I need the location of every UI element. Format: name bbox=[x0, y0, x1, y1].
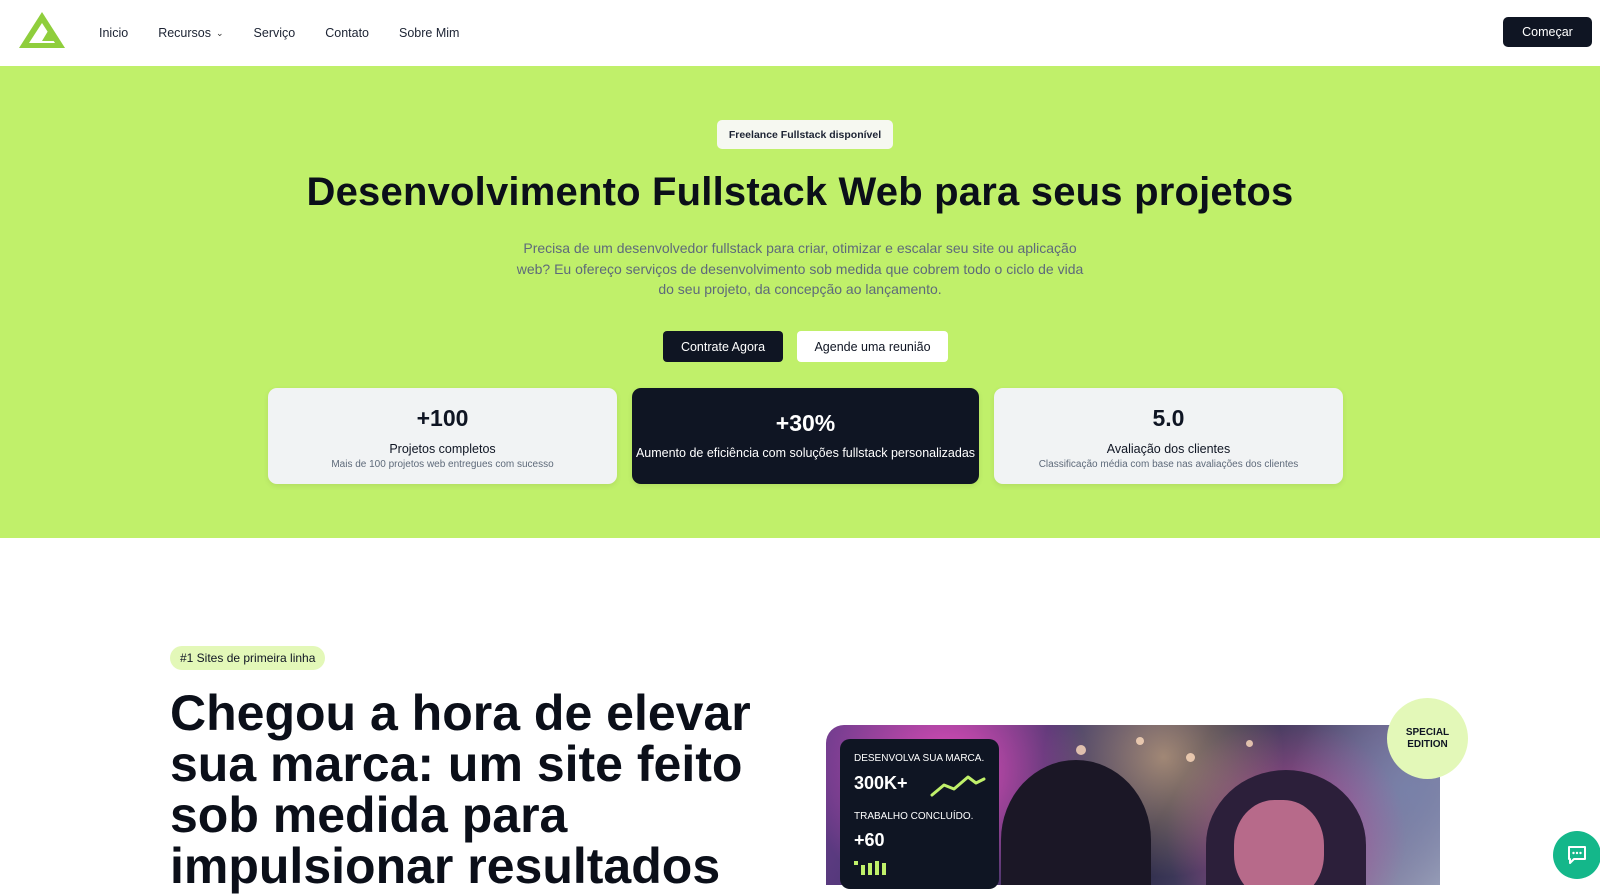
chat-button[interactable] bbox=[1553, 831, 1600, 879]
hero-title: Desenvolvimento Fullstack Web para seus … bbox=[306, 170, 1294, 214]
overlay-value: 300K+ bbox=[854, 773, 908, 793]
stat-label: Avaliação dos clientes bbox=[1106, 442, 1231, 456]
stat-card-projects: +100 Projetos completos Mais de 100 proj… bbox=[268, 388, 617, 484]
photo-person bbox=[1001, 760, 1151, 885]
nav-link-recursos-label: Recursos bbox=[158, 26, 211, 40]
photo-bokeh bbox=[1186, 753, 1195, 762]
agende-reuniao-button[interactable]: Agende uma reunião bbox=[797, 331, 948, 362]
contrate-agora-button[interactable]: Contrate Agora bbox=[663, 331, 783, 362]
nav-links: Inicio Recursos ⌄ Serviço Contato Sobre … bbox=[99, 0, 489, 66]
section-title: Chegou a hora de elevar sua marca: um si… bbox=[170, 685, 751, 894]
section-tag: #1 Sites de primeira linha bbox=[170, 646, 326, 670]
stat-description: Classificação média com base nas avaliaç… bbox=[1038, 459, 1299, 470]
stat-value: +100 bbox=[416, 405, 469, 431]
photo-bokeh bbox=[1246, 740, 1253, 747]
photo-bokeh bbox=[1136, 737, 1144, 745]
photo-face bbox=[1234, 800, 1324, 885]
special-edition-badge: SPECIAL EDITION bbox=[1387, 698, 1468, 779]
nav-link-recursos[interactable]: Recursos ⌄ bbox=[158, 26, 223, 40]
stat-value: 5.0 bbox=[1152, 405, 1185, 431]
bar-chart-icon bbox=[854, 861, 886, 875]
chevron-down-icon: ⌄ bbox=[215, 27, 224, 38]
stats-overlay-card: DESENVOLVA SUA MARCA. 300K+ TRABALHO CON… bbox=[840, 739, 999, 889]
nav-link-contato[interactable]: Contato bbox=[325, 26, 369, 40]
stat-card-efficiency: +30% Aumento de eficiência com soluções … bbox=[632, 388, 979, 484]
special-edition-line: EDITION bbox=[1407, 738, 1448, 750]
overlay-label: DESENVOLVA SUA MARCA. bbox=[854, 753, 985, 764]
nav-link-inicio[interactable]: Inicio bbox=[99, 26, 128, 40]
chat-icon bbox=[1568, 846, 1586, 864]
stat-description: Mais de 100 projetos web entregues com s… bbox=[331, 459, 554, 470]
trend-line-icon bbox=[930, 775, 986, 797]
photo-bokeh bbox=[1076, 745, 1086, 755]
stat-value: +30% bbox=[775, 410, 836, 436]
special-edition-line: SPECIAL bbox=[1405, 726, 1450, 738]
nav-link-sobre-mim[interactable]: Sobre Mim bbox=[399, 26, 459, 40]
overlay-value: +60 bbox=[854, 830, 885, 850]
logo-icon[interactable] bbox=[18, 11, 66, 49]
overlay-label: TRABALHO CONCLUÍDO. bbox=[854, 811, 974, 822]
stat-label: Aumento de eficiência com soluções fulls… bbox=[635, 446, 976, 460]
stat-label: Projetos completos bbox=[389, 442, 496, 456]
stat-card-rating: 5.0 Avaliação dos clientes Classificação… bbox=[994, 388, 1343, 484]
freelance-badge: Freelance Fullstack disponível bbox=[717, 120, 893, 149]
comecar-button[interactable]: Começar bbox=[1503, 17, 1592, 47]
nav-link-servico[interactable]: Serviço bbox=[254, 26, 296, 40]
hero-subtitle: Precisa de um desenvolvedor fullstack pa… bbox=[516, 240, 1084, 297]
hero-section: Freelance Fullstack disponível Desenvolv… bbox=[0, 66, 1600, 538]
top-navbar: Inicio Recursos ⌄ Serviço Contato Sobre … bbox=[0, 0, 1600, 66]
